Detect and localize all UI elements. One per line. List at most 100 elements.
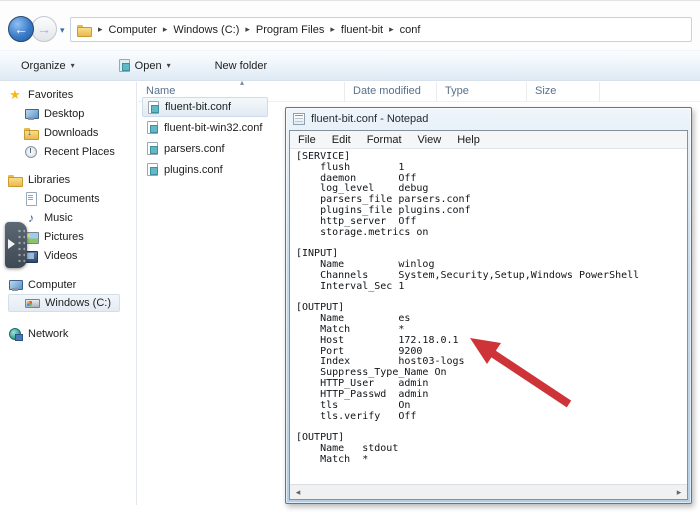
sidebar-item-label: Documents: [44, 193, 100, 205]
computer-icon: [8, 278, 22, 292]
downloads-icon: ↓: [24, 126, 38, 140]
breadcrumb-windows-c[interactable]: Windows (C:): [173, 24, 239, 36]
sidebar-item-network[interactable]: Network: [8, 324, 136, 343]
file-list: fluent-bit.conf fluent-bit-win32.conf pa…: [142, 97, 292, 180]
notepad-menu-bar: File Edit Format View Help: [290, 131, 687, 149]
organize-label: Organize: [21, 60, 66, 72]
menu-edit[interactable]: Edit: [324, 134, 359, 146]
breadcrumb-conf[interactable]: conf: [400, 24, 421, 36]
music-note-icon: ♪: [24, 211, 38, 225]
new-folder-button[interactable]: New folder: [208, 57, 275, 75]
forward-button[interactable]: →: [31, 16, 57, 42]
menu-format[interactable]: Format: [359, 134, 410, 146]
notepad-icon: [293, 113, 305, 125]
sidebar-item-videos[interactable]: Videos: [8, 246, 136, 265]
sidebar-item-documents[interactable]: Documents: [8, 189, 136, 208]
libraries-icon: [8, 173, 22, 187]
play-icon: [8, 239, 15, 249]
breadcrumb-program-files[interactable]: Program Files: [256, 24, 324, 36]
menu-view[interactable]: View: [410, 134, 450, 146]
sidebar-item-favorites[interactable]: ★ Favorites: [8, 85, 136, 104]
chevron-right-icon: ▸: [163, 24, 168, 35]
screen-edge-widget[interactable]: [5, 222, 27, 268]
file-row-fluent-bit-win32-conf[interactable]: fluent-bit-win32.conf: [142, 117, 292, 138]
file-name: fluent-bit.conf: [165, 101, 231, 113]
chevron-right-icon: ▸: [389, 24, 394, 35]
screenshot-root: { "icons": { "back": "←", "forward": "→"…: [0, 0, 700, 514]
window-title: fluent-bit.conf - Notepad: [311, 113, 428, 125]
recent-pages-dropdown[interactable]: ▾: [60, 25, 65, 36]
menu-help[interactable]: Help: [449, 134, 488, 146]
sidebar-item-downloads[interactable]: ↓ Downloads: [8, 123, 136, 142]
sidebar-item-computer[interactable]: Computer: [8, 275, 136, 294]
sidebar-item-desktop[interactable]: Desktop: [8, 104, 136, 123]
sidebar-item-music[interactable]: ♪ Music: [8, 208, 136, 227]
column-header-size[interactable]: Size: [527, 82, 600, 102]
new-folder-label: New folder: [215, 60, 268, 72]
sidebar-item-pictures[interactable]: Pictures: [8, 227, 136, 246]
forward-icon: →: [37, 21, 51, 37]
open-label: Open: [135, 60, 162, 72]
sidebar-item-label: Pictures: [44, 231, 84, 243]
horizontal-scrollbar[interactable]: ◂ ▸: [290, 484, 687, 499]
conf-file-icon: [147, 163, 158, 176]
file-name: parsers.conf: [164, 143, 225, 155]
document-icon: [24, 192, 38, 206]
notepad-title-bar[interactable]: fluent-bit.conf - Notepad: [286, 108, 691, 129]
chevron-down-icon: ▾: [71, 61, 75, 70]
breadcrumb-computer[interactable]: Computer: [109, 24, 157, 36]
hard-drive-icon: [25, 296, 39, 310]
download-arrow-icon: ↓: [27, 127, 32, 138]
notepad-window[interactable]: fluent-bit.conf - Notepad File Edit Form…: [285, 107, 692, 504]
conf-file-icon: [147, 121, 158, 134]
dot-grid-icon: [17, 228, 25, 262]
back-icon: ←: [14, 21, 28, 37]
notepad-client-area: File Edit Format View Help [SERVICE] flu…: [289, 130, 688, 500]
sidebar-item-label: Favorites: [28, 89, 73, 101]
chevron-right-icon: ▸: [245, 24, 250, 35]
back-button[interactable]: ←: [8, 16, 34, 42]
desktop-icon: [24, 107, 38, 121]
sidebar-item-recent-places[interactable]: Recent Places: [8, 142, 136, 161]
column-header-type[interactable]: Type: [437, 82, 527, 102]
conf-file-icon: [148, 101, 159, 114]
organize-button[interactable]: Organize ▾: [14, 57, 82, 75]
file-row-fluent-bit-conf[interactable]: fluent-bit.conf: [142, 97, 268, 117]
navigation-pane: ★ Favorites Desktop ↓ Downloads Recent P…: [0, 82, 137, 505]
sidebar-item-windows-c[interactable]: Windows (C:): [8, 294, 120, 312]
breadcrumb: ▸ Computer ▸ Windows (C:) ▸ Program File…: [98, 24, 420, 36]
file-name: plugins.conf: [164, 164, 223, 176]
sidebar-item-label: Network: [28, 328, 68, 340]
file-row-parsers-conf[interactable]: parsers.conf: [142, 138, 292, 159]
notepad-text-area[interactable]: [SERVICE] flush 1 daemon Off log_level d…: [290, 150, 687, 484]
sidebar-item-label: Recent Places: [44, 146, 115, 158]
sidebar-item-label: Music: [44, 212, 73, 224]
folder-icon: [77, 23, 92, 37]
network-icon: [8, 327, 22, 341]
address-bar[interactable]: ▸ Computer ▸ Windows (C:) ▸ Program File…: [70, 17, 692, 42]
sidebar-item-label: Libraries: [28, 174, 70, 186]
sidebar-item-libraries[interactable]: Libraries: [8, 170, 136, 189]
star-icon: ★: [8, 88, 22, 102]
open-file-icon: [119, 59, 130, 72]
chevron-down-icon: ▾: [167, 61, 171, 70]
chevron-right-icon: ▸: [330, 24, 335, 35]
sidebar-item-label: Desktop: [44, 108, 84, 120]
open-button[interactable]: Open ▾: [112, 56, 178, 75]
conf-file-icon: [147, 142, 158, 155]
sidebar-item-label: Windows (C:): [45, 297, 111, 309]
sort-ascending-icon: ▴: [240, 78, 244, 87]
column-header-blank: [600, 82, 700, 102]
file-row-plugins-conf[interactable]: plugins.conf: [142, 159, 292, 180]
command-toolbar: Organize ▾ Open ▾ New folder: [0, 50, 700, 81]
scroll-left-icon[interactable]: ◂: [290, 485, 306, 500]
clock-icon: [24, 145, 38, 159]
scroll-right-icon[interactable]: ▸: [671, 485, 687, 500]
file-name: fluent-bit-win32.conf: [164, 122, 262, 134]
breadcrumb-fluent-bit[interactable]: fluent-bit: [341, 24, 383, 36]
menu-file[interactable]: File: [290, 134, 324, 146]
explorer-navbar: ← → ▾ ▸ Computer ▸ Windows (C:) ▸ Progra…: [0, 0, 700, 50]
config-file-content: [SERVICE] flush 1 daemon Off log_level d…: [290, 150, 687, 466]
sidebar-item-label: Videos: [44, 250, 77, 262]
column-header-date-modified[interactable]: Date modified: [345, 82, 437, 102]
